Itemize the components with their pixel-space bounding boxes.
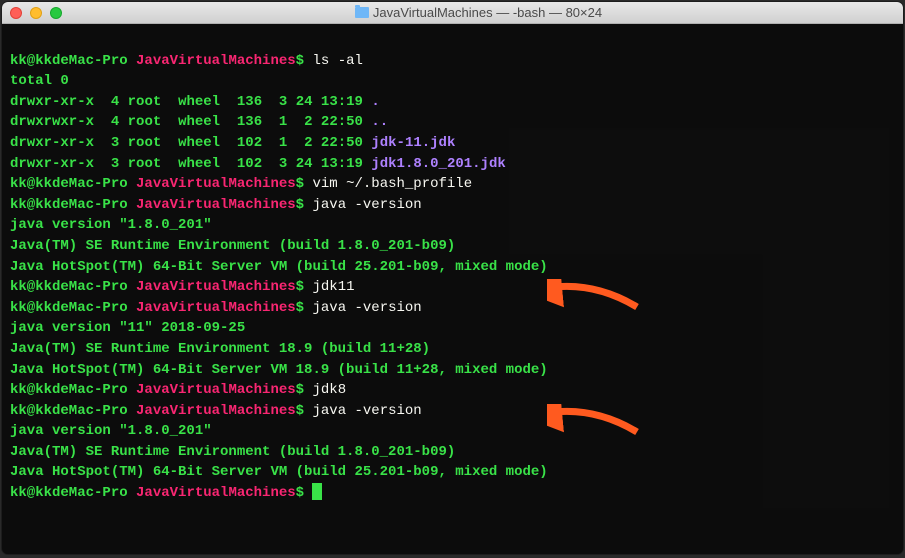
perm: drwxr-xr-x — [10, 135, 94, 151]
ls-row: drwxrwxr-x 4 root wheel 136 1 2 22:50 .. — [10, 114, 388, 130]
user-host: kk@kkdeMac-Pro — [10, 403, 128, 419]
terminal-body[interactable]: kk@kkdeMac-Pro JavaVirtualMachines$ ls -… — [2, 24, 903, 554]
prompt-symbol: $ — [296, 485, 304, 501]
ls-row: drwxr-xr-x 4 root wheel 136 3 24 13:19 . — [10, 94, 380, 110]
prompt-symbol: $ — [296, 53, 304, 69]
perm: drwxr-xr-x — [10, 156, 94, 172]
links: 4 — [111, 94, 119, 110]
user-host: kk@kkdeMac-Pro — [10, 300, 128, 316]
perm: drwxr-xr-x — [10, 94, 94, 110]
date: 1 2 22:50 — [279, 135, 363, 151]
cwd: JavaVirtualMachines — [136, 176, 296, 192]
arrow-icon — [547, 404, 642, 440]
prompt-line: kk@kkdeMac-Pro JavaVirtualMachines$ jdk8 — [10, 382, 346, 398]
user-host: kk@kkdeMac-Pro — [10, 485, 128, 501]
terminal-window: JavaVirtualMachines — -bash — 80×24 kk@k… — [2, 2, 903, 554]
traffic-lights — [10, 7, 62, 19]
user-host: kk@kkdeMac-Pro — [10, 382, 128, 398]
zoom-icon[interactable] — [50, 7, 62, 19]
java-line: Java(TM) SE Runtime Environment 18.9 (bu… — [10, 341, 430, 357]
prompt-symbol: $ — [296, 197, 304, 213]
command-lsal: ls -al — [312, 53, 362, 69]
prompt-line: kk@kkdeMac-Pro JavaVirtualMachines$ ls -… — [10, 53, 363, 69]
group: wheel — [178, 94, 220, 110]
date: 1 2 22:50 — [279, 114, 363, 130]
cwd: JavaVirtualMachines — [136, 53, 296, 69]
date: 3 24 13:19 — [279, 156, 363, 172]
perm: drwxrwxr-x — [10, 114, 94, 130]
arrow-icon — [547, 279, 642, 315]
size: 102 — [237, 156, 262, 172]
cwd: JavaVirtualMachines — [136, 403, 296, 419]
user-host: kk@kkdeMac-Pro — [10, 197, 128, 213]
prompt-symbol: $ — [296, 279, 304, 295]
dirname: .. — [371, 114, 388, 130]
prompt-line: kk@kkdeMac-Pro JavaVirtualMachines$ — [10, 485, 322, 501]
user-host: kk@kkdeMac-Pro — [10, 53, 128, 69]
owner: root — [128, 156, 162, 172]
cwd: JavaVirtualMachines — [136, 300, 296, 316]
user-host: kk@kkdeMac-Pro — [10, 176, 128, 192]
group: wheel — [178, 135, 220, 151]
command-jdk11: jdk11 — [312, 279, 354, 295]
java-line: java version "1.8.0_201" — [10, 423, 212, 439]
ls-row: drwxr-xr-x 3 root wheel 102 3 24 13:19 j… — [10, 156, 506, 172]
prompt-line: kk@kkdeMac-Pro JavaVirtualMachines$ jdk1… — [10, 279, 355, 295]
date: 3 24 13:19 — [279, 94, 363, 110]
links: 3 — [111, 135, 119, 151]
close-icon[interactable] — [10, 7, 22, 19]
java-line: Java HotSpot(TM) 64-Bit Server VM (build… — [10, 464, 548, 480]
java-line: Java(TM) SE Runtime Environment (build 1… — [10, 238, 455, 254]
group: wheel — [178, 156, 220, 172]
cwd: JavaVirtualMachines — [136, 485, 296, 501]
java-line: Java HotSpot(TM) 64-Bit Server VM 18.9 (… — [10, 362, 548, 378]
size: 102 — [237, 135, 262, 151]
owner: root — [128, 135, 162, 151]
ls-row: drwxr-xr-x 3 root wheel 102 1 2 22:50 jd… — [10, 135, 455, 151]
titlebar: JavaVirtualMachines — -bash — 80×24 — [2, 2, 903, 24]
cursor-icon — [312, 483, 322, 500]
minimize-icon[interactable] — [30, 7, 42, 19]
cwd: JavaVirtualMachines — [136, 279, 296, 295]
java-line: java version "11" 2018-09-25 — [10, 320, 245, 336]
ls-total: total 0 — [10, 73, 69, 89]
dirname: . — [371, 94, 379, 110]
prompt-line: kk@kkdeMac-Pro JavaVirtualMachines$ java… — [10, 403, 422, 419]
owner: root — [128, 94, 162, 110]
prompt-symbol: $ — [296, 176, 304, 192]
user-host: kk@kkdeMac-Pro — [10, 279, 128, 295]
dirname: jdk-11.jdk — [371, 135, 455, 151]
window-title: JavaVirtualMachines — -bash — 80×24 — [373, 5, 602, 20]
java-line: java version "1.8.0_201" — [10, 217, 212, 233]
cwd: JavaVirtualMachines — [136, 197, 296, 213]
java-line: Java(TM) SE Runtime Environment (build 1… — [10, 444, 455, 460]
dirname: jdk1.8.0_201.jdk — [371, 156, 505, 172]
command-javav: java -version — [312, 197, 421, 213]
group: wheel — [178, 114, 220, 130]
owner: root — [128, 114, 162, 130]
command-vim: vim ~/.bash_profile — [312, 176, 472, 192]
size: 136 — [237, 114, 262, 130]
title-wrap: JavaVirtualMachines — -bash — 80×24 — [62, 5, 895, 20]
prompt-symbol: $ — [296, 382, 304, 398]
command-jdk8: jdk8 — [312, 382, 346, 398]
prompt-line: kk@kkdeMac-Pro JavaVirtualMachines$ java… — [10, 300, 422, 316]
prompt-symbol: $ — [296, 403, 304, 419]
links: 3 — [111, 156, 119, 172]
command-javav: java -version — [312, 403, 421, 419]
links: 4 — [111, 114, 119, 130]
command-javav: java -version — [312, 300, 421, 316]
cwd: JavaVirtualMachines — [136, 382, 296, 398]
java-line: Java HotSpot(TM) 64-Bit Server VM (build… — [10, 259, 548, 275]
prompt-line: kk@kkdeMac-Pro JavaVirtualMachines$ vim … — [10, 176, 472, 192]
prompt-line: kk@kkdeMac-Pro JavaVirtualMachines$ java… — [10, 197, 422, 213]
size: 136 — [237, 94, 262, 110]
prompt-symbol: $ — [296, 300, 304, 316]
folder-icon — [355, 7, 369, 18]
